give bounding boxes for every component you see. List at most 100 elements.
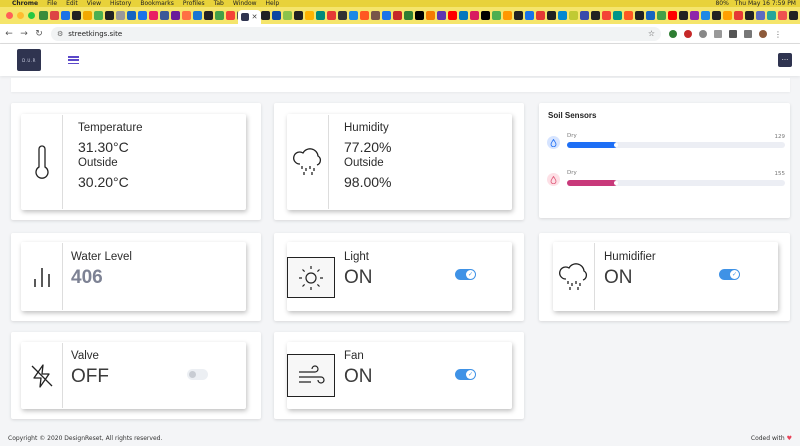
extension-icon[interactable] (669, 29, 677, 38)
tab-favicon[interactable] (403, 11, 413, 20)
tab-favicon[interactable] (149, 11, 158, 20)
tab-favicon[interactable] (425, 11, 435, 20)
menu-clock[interactable]: Thu May 16 7:59 PM (735, 0, 796, 7)
menu-file[interactable]: File (47, 0, 57, 7)
tab-favicon[interactable] (469, 11, 479, 20)
tab-favicon[interactable] (337, 11, 347, 20)
tab-favicon[interactable] (513, 11, 523, 20)
tab-favicon[interactable] (39, 11, 48, 20)
minimize-window-button[interactable] (17, 12, 24, 19)
tab-favicon[interactable] (359, 11, 369, 20)
tab-favicon[interactable] (788, 11, 798, 20)
menu-help[interactable]: Help (266, 0, 280, 7)
tab-favicon[interactable] (348, 11, 358, 20)
tab-favicon[interactable] (127, 11, 136, 20)
humidifier-toggle[interactable] (719, 269, 740, 280)
light-toggle[interactable] (455, 269, 476, 280)
tab-favicon[interactable] (392, 11, 402, 20)
tab-favicon[interactable] (744, 11, 754, 20)
tab-favicon[interactable] (689, 11, 699, 20)
tab-favicon[interactable] (171, 11, 180, 20)
tab-favicon[interactable] (138, 11, 147, 20)
tab-favicon[interactable] (204, 11, 213, 20)
tab-favicon[interactable] (414, 11, 424, 20)
extension-icon[interactable] (699, 29, 707, 38)
tab-favicon[interactable] (182, 11, 191, 20)
tab-favicon[interactable] (293, 11, 303, 20)
bookmark-star-icon[interactable]: ☆ (648, 29, 655, 38)
tab-favicon[interactable] (282, 11, 292, 20)
reading-list-icon[interactable] (744, 29, 752, 38)
menu-history[interactable]: History (110, 0, 131, 7)
tab-favicon[interactable] (612, 11, 622, 20)
tab-favicon[interactable] (623, 11, 633, 20)
tab-favicon[interactable] (50, 11, 59, 20)
menu-tab[interactable]: Tab (214, 0, 224, 7)
hamburger-menu-icon[interactable] (68, 56, 79, 64)
menu-app[interactable]: Chrome (12, 0, 38, 7)
tab-favicon[interactable] (61, 11, 70, 20)
tab-favicon[interactable] (370, 11, 380, 20)
menu-view[interactable]: View (87, 0, 101, 7)
tab-favicon[interactable] (315, 11, 325, 20)
tab-close-icon[interactable]: ✕ (252, 13, 258, 21)
tab-favicon[interactable] (72, 11, 81, 20)
tab-favicon[interactable] (568, 11, 578, 20)
zoom-window-button[interactable] (28, 12, 35, 19)
tab-favicon[interactable] (215, 11, 224, 20)
tab-favicon[interactable] (160, 11, 169, 20)
menu-edit[interactable]: Edit (66, 0, 78, 7)
tab-favicon[interactable] (656, 11, 666, 20)
tab-favicon[interactable] (678, 11, 688, 20)
tab-favicon[interactable] (226, 11, 235, 20)
tab-favicon[interactable] (634, 11, 644, 20)
tab-favicon[interactable] (766, 11, 776, 20)
tab-favicon[interactable] (326, 11, 336, 20)
profile-avatar[interactable] (759, 29, 767, 38)
tab-favicon[interactable] (260, 11, 270, 20)
tab-favicon[interactable] (304, 11, 314, 20)
tab-favicon[interactable] (193, 11, 202, 20)
tab-favicon[interactable] (524, 11, 534, 20)
reload-icon[interactable]: ↻ (33, 29, 45, 39)
menu-window[interactable]: Window (233, 0, 257, 7)
tab-favicon[interactable] (94, 11, 103, 20)
fan-toggle[interactable] (455, 369, 476, 380)
brand-logo[interactable]: D.U.R (17, 49, 41, 71)
tab-favicon[interactable] (601, 11, 611, 20)
menu-bookmarks[interactable]: Bookmarks (140, 0, 174, 7)
tab-favicon[interactable] (557, 11, 567, 20)
tab-favicon[interactable] (546, 11, 556, 20)
active-tab[interactable]: ✕ (237, 10, 261, 24)
tab-favicon[interactable] (436, 11, 446, 20)
tab-favicon[interactable] (535, 11, 545, 20)
tab-favicon[interactable] (105, 11, 114, 20)
forward-arrow-icon[interactable]: → (18, 29, 30, 39)
tab-favicon[interactable] (116, 11, 125, 20)
tab-favicon[interactable] (755, 11, 765, 20)
tab-favicon[interactable] (711, 11, 721, 20)
browser-menu-icon[interactable]: ⋮ (774, 30, 782, 39)
tab-favicon[interactable] (480, 11, 490, 20)
tab-favicon[interactable] (83, 11, 92, 20)
tab-favicon[interactable] (381, 11, 391, 20)
tab-favicon[interactable] (458, 11, 468, 20)
tab-favicon[interactable] (777, 11, 787, 20)
tab-favicon[interactable] (722, 11, 732, 20)
address-bar[interactable]: ⚙ streetkings.site ☆ (51, 26, 661, 41)
tab-favicon[interactable] (579, 11, 589, 20)
tab-favicon[interactable] (502, 11, 512, 20)
battery-level[interactable]: 80% (715, 0, 728, 7)
tab-favicon[interactable] (700, 11, 710, 20)
tab-favicon[interactable] (271, 11, 281, 20)
back-arrow-icon[interactable]: ← (3, 29, 15, 39)
site-info-icon[interactable]: ⚙ (57, 30, 63, 38)
extension-icon[interactable] (714, 29, 722, 38)
extensions-puzzle-icon[interactable] (729, 29, 737, 38)
address-url[interactable]: streetkings.site (68, 30, 122, 38)
tab-favicon[interactable] (447, 11, 457, 20)
tab-favicon[interactable] (645, 11, 655, 20)
menu-profiles[interactable]: Profiles (183, 0, 205, 7)
tab-favicon[interactable] (590, 11, 600, 20)
tab-favicon[interactable] (733, 11, 743, 20)
